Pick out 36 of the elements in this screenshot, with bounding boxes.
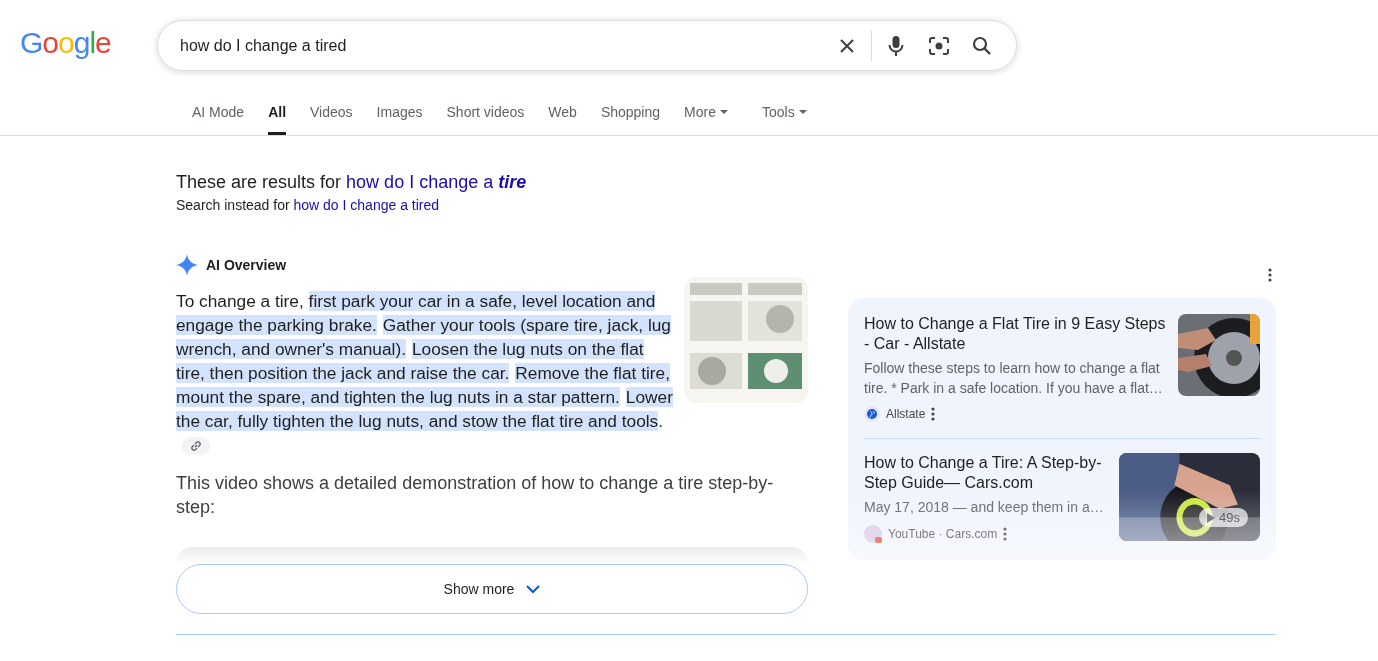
correction-text: These are results for how do I change a tire <box>176 172 528 193</box>
more-options-icon[interactable] <box>1268 268 1272 282</box>
sparkle-icon <box>176 254 198 276</box>
source-name: Allstate <box>886 407 926 421</box>
caret-icon <box>798 110 807 114</box>
link-icon[interactable] <box>182 437 210 456</box>
search-tab[interactable]: Web <box>548 90 577 135</box>
more-options-icon[interactable] <box>1003 527 1008 541</box>
source-title-link[interactable]: How to Change a Flat Tire in 9 Easy Steps - Car - Allstate <box>864 314 1166 354</box>
search-tab[interactable]: All <box>268 90 287 135</box>
video-description: This video shows a detailed demonstration of how to change a tire step-by-step: <box>176 472 775 519</box>
video-duration: 49s <box>1199 508 1248 527</box>
search-tab[interactable]: Shopping <box>600 90 661 135</box>
search-instead-text: Search instead for how do I change a tired <box>176 197 441 213</box>
source-snippet: Follow these steps to learn how to change a flat tire. * Park in a safe location. If you have a flat… <box>864 359 1164 398</box>
channel-avatar-icon <box>864 525 882 543</box>
chevron-down-icon <box>526 584 541 594</box>
source-title-link[interactable]: How to Change a Tire: A Step-by-Step Guide— Cars.com <box>864 453 1107 493</box>
search-tab[interactable]: Tools <box>761 90 807 135</box>
google-logo[interactable]: Google <box>20 20 157 60</box>
source-snippet: May 17, 2018 — and keep them in a… <box>864 498 1105 517</box>
more-options-icon[interactable] <box>931 407 936 421</box>
search-tab[interactable]: Images <box>376 90 423 135</box>
original-query-link[interactable]: how do I change a tired <box>293 197 440 213</box>
search-input[interactable]: how do I change a tired <box>178 35 829 56</box>
corrected-query-link[interactable]: how do I change a tire <box>346 172 527 192</box>
search-tab[interactable]: Short videos <box>446 90 525 135</box>
caret-icon <box>719 110 728 114</box>
ai-overview-paragraph: To change a tire, first park your car in a safe, level location and engage the parking brake. Gather your tools (spare tire, jack, lug wrench, and owner's manual). Loosen the lug nuts on the flat tire, then position the jack and raise the car. Remove the flat tire, mount the spare, and tighten the lug nuts in a star pattern. Lower the car, fully tighten the lug nuts, and stow the flat tire and tools. <box>176 289 674 457</box>
globe-icon <box>864 406 880 422</box>
search-tab[interactable]: More <box>684 90 728 135</box>
search-tab[interactable]: Videos <box>310 90 353 135</box>
source-name: YouTube · Cars.com <box>888 527 998 541</box>
show-more-button[interactable]: Show more <box>176 564 808 614</box>
search-tab[interactable]: AI Mode <box>192 90 245 135</box>
ai-overview-title: AI Overview <box>206 257 287 273</box>
